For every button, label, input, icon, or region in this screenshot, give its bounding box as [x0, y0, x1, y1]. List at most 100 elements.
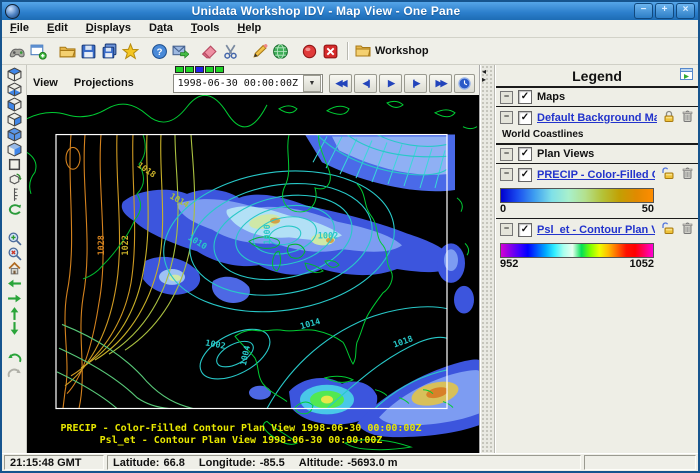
collapse-right-icon[interactable]: ▸	[482, 76, 486, 84]
pan-down-icon[interactable]	[5, 321, 23, 336]
home-view-icon[interactable]	[5, 261, 23, 276]
svg-text:1018: 1018	[135, 160, 158, 180]
undo-icon[interactable]	[5, 350, 23, 365]
unlock-icon[interactable]	[660, 221, 676, 238]
save-icon[interactable]	[78, 41, 98, 61]
visibility-checkbox[interactable]: ✓	[518, 168, 532, 182]
minimize-button[interactable]: −	[634, 3, 653, 19]
precip-colorbar[interactable]	[500, 188, 654, 203]
pan-left-icon[interactable]	[5, 276, 23, 291]
time-step-box[interactable]	[215, 66, 224, 73]
float-legend-button[interactable]	[680, 68, 694, 84]
svg-text:1000: 1000	[262, 224, 272, 244]
zoom-reset-icon[interactable]	[5, 246, 23, 261]
menu-projections[interactable]: Projections	[74, 77, 134, 89]
step-forward-button[interactable]: |▶	[404, 74, 427, 93]
step-back-button[interactable]: ◀|	[354, 74, 377, 93]
visibility-checkbox[interactable]: ✓	[518, 90, 532, 104]
time-step-indicators[interactable]	[175, 66, 224, 73]
chevron-down-icon[interactable]: ▼	[303, 75, 321, 92]
view-top-icon[interactable]	[5, 67, 23, 82]
window-title: Unidata Workshop IDV - Map View - One Pa…	[20, 4, 632, 18]
menu-view[interactable]: View	[33, 77, 58, 89]
longitude-label: Longitude:	[199, 457, 256, 469]
trash-icon[interactable]	[681, 221, 694, 238]
animation-properties-button[interactable]	[454, 74, 475, 93]
menu-edit[interactable]: Edit	[47, 22, 68, 34]
menu-displays[interactable]: Displays	[86, 22, 131, 34]
menu-help[interactable]: Help	[237, 22, 261, 34]
view-north-icon[interactable]	[5, 97, 23, 112]
time-combobox[interactable]: 1998-06-30 00:00:00Z ▼	[173, 74, 323, 93]
time-step-box[interactable]	[185, 66, 194, 73]
collapse-toggle[interactable]: −	[500, 148, 513, 161]
svg-text:1022: 1022	[120, 235, 130, 255]
exit-icon[interactable]	[320, 41, 340, 61]
maximize-button[interactable]: +	[655, 3, 674, 19]
redo-icon[interactable]	[5, 365, 23, 380]
psl-colorbar[interactable]	[500, 243, 654, 258]
globe-icon[interactable]	[270, 41, 290, 61]
play-button[interactable]: ▶	[379, 74, 402, 93]
perspective-view-icon[interactable]	[5, 157, 23, 172]
cut-icon[interactable]	[220, 41, 240, 61]
display-link[interactable]: Default Background Maps	[537, 112, 657, 124]
view-south-icon[interactable]	[5, 127, 23, 142]
new-window-icon[interactable]	[28, 41, 48, 61]
view-west-icon[interactable]	[5, 142, 23, 157]
help-icon[interactable]: ?	[149, 41, 169, 61]
menu-data[interactable]: Data	[149, 22, 173, 34]
vertical-scale-icon[interactable]	[5, 187, 23, 202]
go-to-start-button[interactable]: ◀◀	[329, 74, 352, 93]
time-step-box-current[interactable]	[195, 66, 204, 73]
menu-tools[interactable]: Tools	[191, 22, 220, 34]
display-link[interactable]: Psl_et - Contour Plan Vi...	[537, 224, 655, 236]
view-east-icon[interactable]	[5, 112, 23, 127]
rotate-view-icon[interactable]	[5, 172, 23, 187]
save-as-icon[interactable]	[99, 41, 119, 61]
collapse-toggle[interactable]: −	[500, 168, 513, 181]
visibility-checkbox[interactable]: ✓	[518, 223, 532, 237]
precip-shading	[122, 135, 479, 438]
visibility-checkbox[interactable]: ✓	[518, 111, 532, 125]
unlock-icon[interactable]	[660, 166, 676, 183]
map-display-canvas[interactable]: 1028 1022 1018 1014 1010 1000 1002 1002 …	[27, 95, 479, 453]
favorites-star-icon[interactable]	[120, 41, 140, 61]
auto-rotate-icon[interactable]	[5, 202, 23, 217]
collapse-toggle[interactable]: −	[500, 223, 513, 236]
pan-up-icon[interactable]	[5, 306, 23, 321]
support-request-icon[interactable]	[170, 41, 190, 61]
legend-item-psl: − ✓ Psl_et - Contour Plan Vi...	[496, 218, 698, 240]
section-label: Plan Views	[537, 148, 594, 160]
idv-window: Unidata Workshop IDV - Map View - One Pa…	[0, 0, 700, 473]
svg-text:1002: 1002	[318, 230, 338, 240]
collapse-toggle[interactable]: −	[500, 91, 513, 104]
pan-right-icon[interactable]	[5, 291, 23, 306]
show-dashboard-icon[interactable]	[7, 41, 27, 61]
display-link[interactable]: PRECIP - Color-Filled Co...	[537, 169, 655, 181]
svg-text:1028: 1028	[96, 235, 106, 255]
eraser-icon[interactable]	[199, 41, 219, 61]
panel-splitter[interactable]: ◂ ▸	[480, 65, 495, 453]
legend-section-maps: − ✓ Maps	[496, 86, 698, 106]
psl-caption: Psl_et - Contour Plan View 1998-06-30 00…	[100, 434, 383, 446]
record-icon[interactable]	[299, 41, 319, 61]
close-button[interactable]: ×	[676, 3, 695, 19]
visibility-checkbox[interactable]: ✓	[518, 147, 532, 161]
zoom-in-icon[interactable]	[5, 231, 23, 246]
view-bottom-icon[interactable]	[5, 82, 23, 97]
workshop-label: Workshop	[375, 45, 429, 57]
map-rendering: 1028 1022 1018 1014 1010 1000 1002 1002 …	[27, 95, 479, 453]
trash-icon[interactable]	[681, 109, 694, 126]
trash-icon[interactable]	[681, 166, 694, 183]
menu-file[interactable]: File	[10, 22, 29, 34]
time-step-box[interactable]	[175, 66, 184, 73]
edit-pencil-icon[interactable]	[249, 41, 269, 61]
lock-icon[interactable]	[662, 109, 676, 126]
workshop-group[interactable]: Workshop	[355, 44, 429, 58]
open-folder-icon[interactable]	[57, 41, 77, 61]
collapse-toggle[interactable]: −	[500, 111, 513, 124]
main-toolbar: ? Workshop	[2, 38, 698, 65]
go-to-end-button[interactable]: ▶▶	[429, 74, 452, 93]
time-step-box[interactable]	[205, 66, 214, 73]
